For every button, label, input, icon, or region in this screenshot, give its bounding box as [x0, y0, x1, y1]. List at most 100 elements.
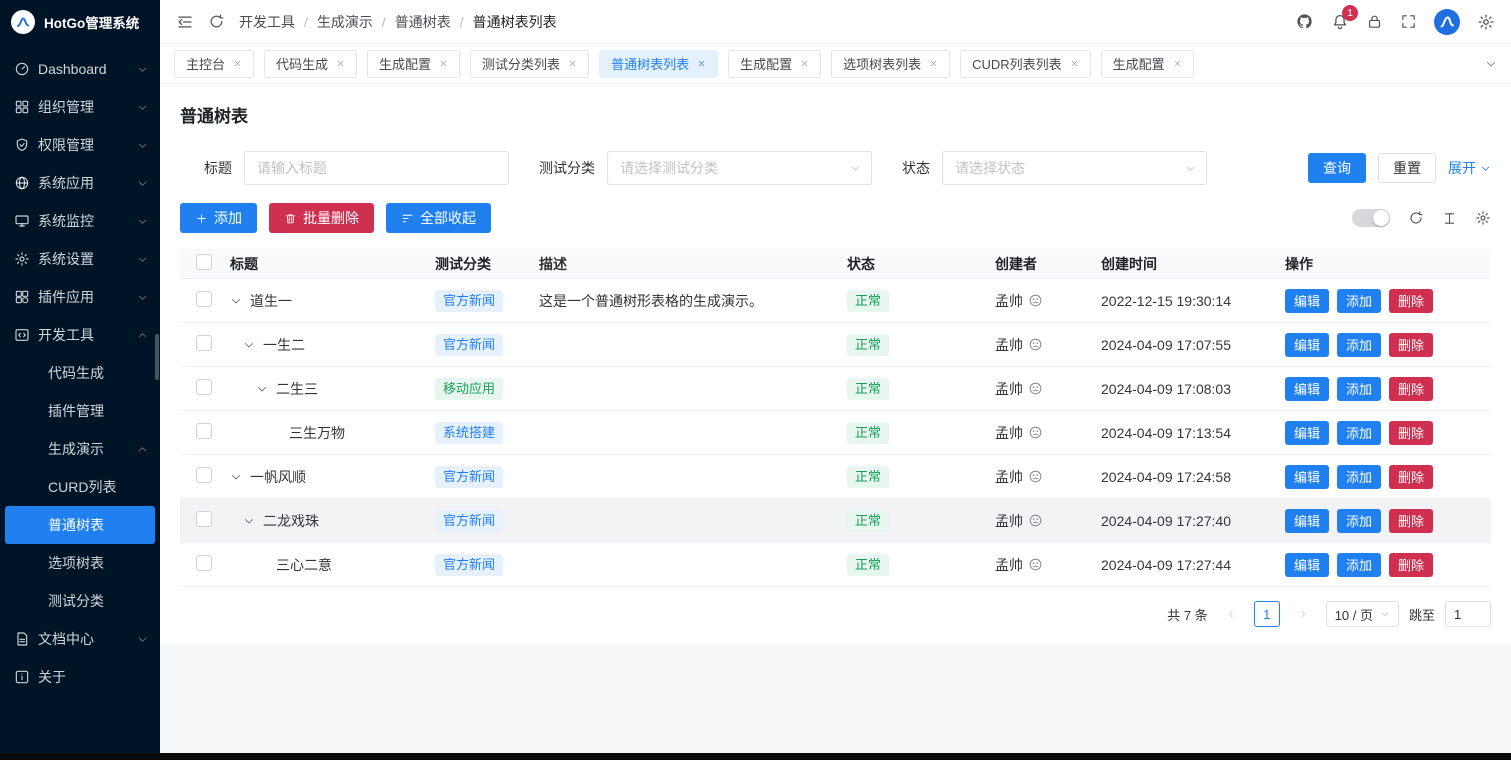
tab-item[interactable]: 主控台 — [174, 50, 254, 78]
add-child-button[interactable]: 添加 — [1337, 509, 1381, 533]
sidebar-item-plugin[interactable]: 插件应用 — [0, 278, 160, 316]
sidebar-item-tree-table[interactable]: 普通树表 — [5, 506, 155, 544]
github-icon[interactable] — [1295, 12, 1314, 31]
app-logo[interactable]: HotGo管理系统 — [0, 0, 160, 44]
sidebar-item-about[interactable]: 关于 — [0, 658, 160, 696]
sidebar-item-option-tree[interactable]: 选项树表 — [0, 544, 160, 582]
sidebar-item-org[interactable]: 组织管理 — [0, 88, 160, 126]
edit-button[interactable]: 编辑 — [1285, 333, 1329, 357]
breadcrumb-item[interactable]: 开发工具 — [239, 12, 295, 32]
sidebar-item-monitor[interactable]: 系统监控 — [0, 202, 160, 240]
status-filter-select[interactable]: 请选择状态 — [942, 151, 1207, 185]
table-row[interactable]: 二龙戏珠 官方新闻 正常 孟帅 2024-04-09 17:27:40 编辑 添… — [180, 499, 1491, 543]
reset-button[interactable]: 重置 — [1378, 153, 1436, 183]
table-refresh-icon[interactable] — [1408, 210, 1424, 226]
add-child-button[interactable]: 添加 — [1337, 289, 1381, 313]
edit-button[interactable]: 编辑 — [1285, 553, 1329, 577]
delete-button[interactable]: 删除 — [1389, 289, 1433, 313]
column-settings-gear-icon[interactable] — [1475, 210, 1491, 226]
notification-bell[interactable]: 1 — [1331, 13, 1349, 31]
density-icon[interactable] — [1442, 211, 1457, 226]
category-filter-select[interactable]: 请选择测试分类 — [607, 151, 872, 185]
sidebar-scrollbar[interactable] — [155, 334, 159, 380]
breadcrumb-item[interactable]: 生成演示 — [317, 12, 373, 32]
edit-button[interactable]: 编辑 — [1285, 509, 1329, 533]
sidebar-item-plugin-manage[interactable]: 插件管理 — [0, 392, 160, 430]
add-button[interactable]: 添加 — [180, 203, 257, 233]
table-row[interactable]: 三心二意 官方新闻 正常 孟帅 2024-04-09 17:27:44 编辑 添… — [180, 543, 1491, 587]
row-checkbox[interactable] — [196, 511, 212, 527]
tab-item[interactable]: 生成配置 — [1101, 50, 1194, 78]
close-icon[interactable] — [233, 59, 242, 68]
close-icon[interactable] — [697, 59, 706, 68]
sidebar-item-system-app[interactable]: 系统应用 — [0, 164, 160, 202]
close-icon[interactable] — [336, 59, 345, 68]
edit-button[interactable]: 编辑 — [1285, 421, 1329, 445]
settings-gear-icon[interactable] — [1477, 13, 1495, 31]
delete-button[interactable]: 删除 — [1389, 465, 1433, 489]
search-button[interactable]: 查询 — [1308, 153, 1366, 183]
add-child-button[interactable]: 添加 — [1337, 333, 1381, 357]
table-row[interactable]: 一帆风顺 官方新闻 正常 孟帅 2024-04-09 17:24:58 编辑 添… — [180, 455, 1491, 499]
sidebar-item-devtools[interactable]: 开发工具 — [0, 316, 160, 354]
edit-button[interactable]: 编辑 — [1285, 377, 1329, 401]
select-all-checkbox[interactable] — [196, 254, 212, 270]
jump-page-input[interactable] — [1445, 601, 1491, 627]
tab-item[interactable]: 选项树表列表 — [831, 50, 950, 78]
delete-button[interactable]: 删除 — [1389, 553, 1433, 577]
delete-button[interactable]: 删除 — [1389, 509, 1433, 533]
tabs-dropdown-chevron-icon[interactable] — [1485, 58, 1497, 70]
page-size-select[interactable]: 10 / 页 — [1326, 601, 1399, 627]
table-row[interactable]: 一生二 官方新闻 正常 孟帅 2024-04-09 17:07:55 编辑 添加… — [180, 323, 1491, 367]
batch-delete-button[interactable]: 批量删除 — [269, 203, 374, 233]
collapse-all-button[interactable]: 全部收起 — [386, 203, 491, 233]
breadcrumb-item[interactable]: 普通树表 — [395, 12, 451, 32]
tree-collapse-icon[interactable] — [256, 383, 270, 395]
sidebar-item-settings[interactable]: 系统设置 — [0, 240, 160, 278]
tab-item[interactable]: 测试分类列表 — [470, 50, 589, 78]
row-checkbox[interactable] — [196, 467, 212, 483]
close-icon[interactable] — [439, 59, 448, 68]
tab-item[interactable]: 代码生成 — [264, 50, 357, 78]
sidebar-item-permission[interactable]: 权限管理 — [0, 126, 160, 164]
lock-icon[interactable] — [1366, 13, 1383, 30]
add-child-button[interactable]: 添加 — [1337, 421, 1381, 445]
edit-button[interactable]: 编辑 — [1285, 289, 1329, 313]
next-page-button[interactable] — [1290, 601, 1316, 627]
close-icon[interactable] — [929, 59, 938, 68]
edit-button[interactable]: 编辑 — [1285, 465, 1329, 489]
delete-button[interactable]: 删除 — [1389, 421, 1433, 445]
tab-item[interactable]: CUDR列表列表 — [960, 50, 1091, 78]
tab-item[interactable]: 生成配置 — [367, 50, 460, 78]
tab-item[interactable]: 生成配置 — [728, 50, 821, 78]
close-icon[interactable] — [800, 59, 809, 68]
fullscreen-icon[interactable] — [1400, 13, 1417, 30]
close-icon[interactable] — [1173, 59, 1182, 68]
table-row[interactable]: 三生万物 系统搭建 正常 孟帅 2024-04-09 17:13:54 编辑 添… — [180, 411, 1491, 455]
sidebar-item-code-gen[interactable]: 代码生成 — [0, 354, 160, 392]
add-child-button[interactable]: 添加 — [1337, 377, 1381, 401]
row-checkbox[interactable] — [196, 423, 212, 439]
reload-icon[interactable] — [208, 13, 225, 30]
row-checkbox[interactable] — [196, 291, 212, 307]
add-child-button[interactable]: 添加 — [1337, 465, 1381, 489]
user-avatar[interactable] — [1434, 9, 1460, 35]
sidebar-item-gen-demo[interactable]: 生成演示 — [0, 430, 160, 468]
sidebar-item-docs[interactable]: 文档中心 — [0, 620, 160, 658]
close-icon[interactable] — [568, 59, 577, 68]
tree-collapse-icon[interactable] — [230, 471, 244, 483]
delete-button[interactable]: 删除 — [1389, 377, 1433, 401]
expand-filters-button[interactable]: 展开 — [1448, 158, 1491, 178]
table-row[interactable]: 二生三 移动应用 正常 孟帅 2024-04-09 17:08:03 编辑 添加… — [180, 367, 1491, 411]
close-icon[interactable] — [1070, 59, 1079, 68]
title-filter-input[interactable] — [244, 151, 509, 185]
tab-item-active[interactable]: 普通树表列表 — [599, 50, 718, 78]
tree-collapse-icon[interactable] — [243, 515, 257, 527]
striped-toggle[interactable] — [1352, 209, 1390, 227]
delete-button[interactable]: 删除 — [1389, 333, 1433, 357]
row-checkbox[interactable] — [196, 379, 212, 395]
row-checkbox[interactable] — [196, 335, 212, 351]
prev-page-button[interactable] — [1218, 601, 1244, 627]
tree-collapse-icon[interactable] — [243, 339, 257, 351]
sidebar-item-curd-list[interactable]: CURD列表 — [0, 468, 160, 506]
